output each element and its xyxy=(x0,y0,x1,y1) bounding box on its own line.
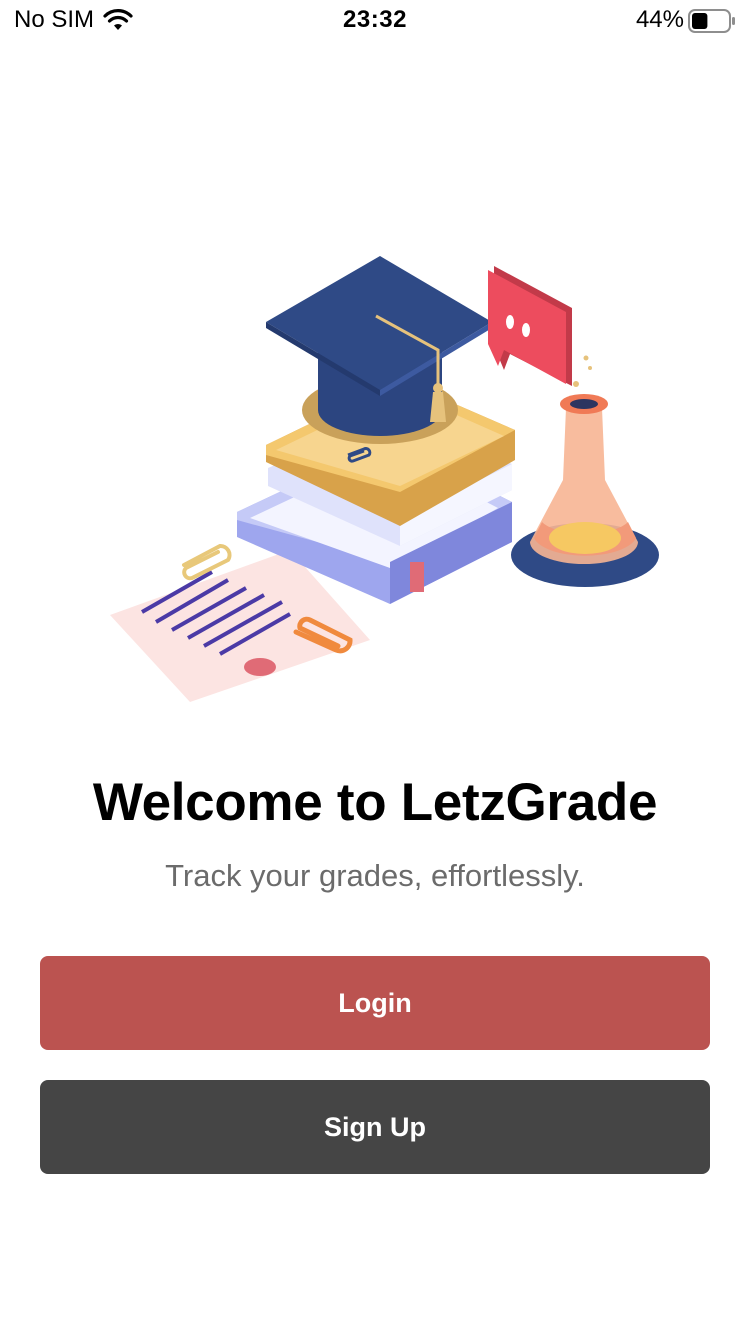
chat-bubble-icon xyxy=(488,266,572,386)
flask-icon xyxy=(511,355,659,587)
page-title: Welcome to LetzGrade xyxy=(92,773,658,832)
battery-percentage: 44% xyxy=(635,6,684,33)
battery-icon xyxy=(688,9,736,38)
signup-button[interactable]: Sign Up xyxy=(40,1080,710,1174)
education-illustration xyxy=(100,250,670,710)
login-button[interactable]: Login xyxy=(40,956,710,1050)
status-bar: No SIM 23:32 44% xyxy=(0,0,750,40)
page-subtitle: Track your grades, effortlessly. xyxy=(165,858,585,893)
